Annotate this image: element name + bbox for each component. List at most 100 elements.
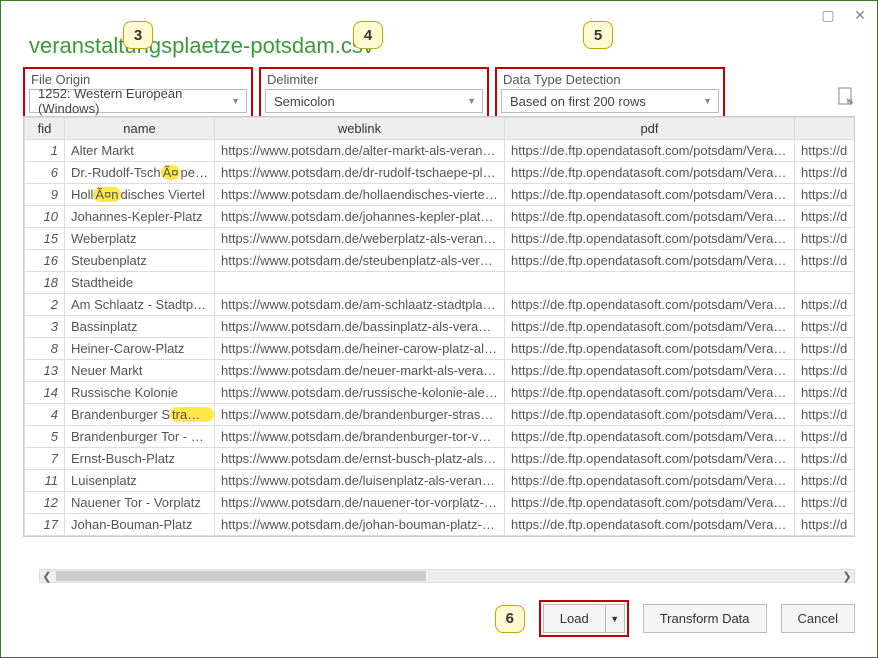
file-origin-label: File Origin <box>29 72 247 87</box>
cell-fid: 16 <box>25 250 65 272</box>
col-fid[interactable]: fid <box>25 118 65 140</box>
cell-pdf: https://de.ftp.opendatasoft.com/potsdam/… <box>505 250 795 272</box>
encoding-highlight: Ã¤n <box>93 187 120 202</box>
table-row[interactable]: 17Johan-Bouman-Platzhttps://www.potsdam.… <box>25 514 855 536</box>
cell-pdf: https://de.ftp.opendatasoft.com/potsdam/… <box>505 426 795 448</box>
maximize-icon[interactable]: ▢ <box>821 8 835 22</box>
scroll-right-icon[interactable]: ❯ <box>840 570 854 583</box>
cell-extra: https://d <box>795 316 855 338</box>
settings-icon[interactable] <box>837 87 855 112</box>
file-origin-dropdown[interactable]: 1252: Western European (Windows) ▼ <box>29 89 247 113</box>
cell-extra: https://d <box>795 294 855 316</box>
cell-weblink: https://www.potsdam.de/nauener-tor-vorpl… <box>215 492 505 514</box>
datatype-dropdown[interactable]: Based on first 200 rows ▼ <box>501 89 719 113</box>
cell-name: Weberplatz <box>65 228 215 250</box>
cell-name: Steubenplatz <box>65 250 215 272</box>
scroll-thumb[interactable] <box>56 571 426 581</box>
chevron-down-icon: ▼ <box>703 96 712 106</box>
datatype-group: Data Type Detection Based on first 200 r… <box>495 67 725 120</box>
cell-fid: 11 <box>25 470 65 492</box>
callout-3: 3 <box>123 21 153 49</box>
callout-6: 6 <box>495 605 525 633</box>
close-icon[interactable]: ✕ <box>853 8 867 22</box>
cell-extra: https://d <box>795 162 855 184</box>
table-row[interactable]: 2Am Schlaatz - Stadtplatzhttps://www.pot… <box>25 294 855 316</box>
delimiter-dropdown[interactable]: Semicolon ▼ <box>265 89 483 113</box>
cell-extra: https://d <box>795 184 855 206</box>
cell-weblink: https://www.potsdam.de/johannes-kepler-p… <box>215 206 505 228</box>
cell-weblink: https://www.potsdam.de/brandenburger-tor… <box>215 426 505 448</box>
horizontal-scrollbar[interactable]: ❮ ❯ <box>39 569 855 583</box>
table-row[interactable]: 8Heiner-Carow-Platzhttps://www.potsdam.d… <box>25 338 855 360</box>
cell-pdf: https://de.ftp.opendatasoft.com/potsdam/… <box>505 514 795 536</box>
cell-name: Neuer Markt <box>65 360 215 382</box>
cell-weblink: https://www.potsdam.de/hollaendisches-vi… <box>215 184 505 206</box>
cell-pdf <box>505 272 795 294</box>
cell-fid: 5 <box>25 426 65 448</box>
cell-weblink: https://www.potsdam.de/johan-bouman-plat… <box>215 514 505 536</box>
cancel-button[interactable]: Cancel <box>781 604 855 633</box>
table-row[interactable]: 11Luisenplatzhttps://www.potsdam.de/luis… <box>25 470 855 492</box>
delimiter-label: Delimiter <box>265 72 483 87</box>
cell-weblink: https://www.potsdam.de/heiner-carow-plat… <box>215 338 505 360</box>
table-row[interactable]: 15Weberplatzhttps://www.potsdam.de/weber… <box>25 228 855 250</box>
table-row[interactable]: 4Brandenburger StraÃŸehttps://www.potsda… <box>25 404 855 426</box>
cell-weblink: https://www.potsdam.de/steubenplatz-als-… <box>215 250 505 272</box>
cell-fid: 17 <box>25 514 65 536</box>
col-name[interactable]: name <box>65 118 215 140</box>
table-row[interactable]: 3Bassinplatzhttps://www.potsdam.de/bassi… <box>25 316 855 338</box>
file-origin-value: 1252: Western European (Windows) <box>38 86 225 116</box>
col-weblink[interactable]: weblink <box>215 118 505 140</box>
table-row[interactable]: 16Steubenplatzhttps://www.potsdam.de/ste… <box>25 250 855 272</box>
table-row[interactable]: 13Neuer Markthttps://www.potsdam.de/neue… <box>25 360 855 382</box>
scroll-left-icon[interactable]: ❮ <box>40 570 54 583</box>
datatype-value: Based on first 200 rows <box>510 94 646 109</box>
cell-fid: 4 <box>25 404 65 426</box>
cell-name: Nauener Tor - Vorplatz <box>65 492 215 514</box>
cell-fid: 1 <box>25 140 65 162</box>
load-button[interactable]: Load <box>543 604 605 633</box>
col-extra[interactable] <box>795 118 855 140</box>
table-header-row: fid name weblink pdf <box>25 118 855 140</box>
table-row[interactable]: 5Brandenburger Tor - Vorplatzhttps://www… <box>25 426 855 448</box>
file-title: veranstaltungsplaetze-potsdam.csv <box>29 33 374 59</box>
cell-weblink: https://www.potsdam.de/russische-kolonie… <box>215 382 505 404</box>
cell-extra <box>795 272 855 294</box>
cell-extra: https://d <box>795 514 855 536</box>
cell-name: Johan-Bouman-Platz <box>65 514 215 536</box>
cell-weblink: https://www.potsdam.de/luisenplatz-als-v… <box>215 470 505 492</box>
cell-pdf: https://de.ftp.opendatasoft.com/potsdam/… <box>505 360 795 382</box>
table-row[interactable]: 12Nauener Tor - Vorplatzhttps://www.pots… <box>25 492 855 514</box>
cell-fid: 15 <box>25 228 65 250</box>
transform-data-button[interactable]: Transform Data <box>643 604 767 633</box>
dialog-window: ▢ ✕ veranstaltungsplaetze-potsdam.csv 3 … <box>0 0 878 658</box>
cell-pdf: https://de.ftp.opendatasoft.com/potsdam/… <box>505 338 795 360</box>
cell-pdf: https://de.ftp.opendatasoft.com/potsdam/… <box>505 294 795 316</box>
cell-pdf: https://de.ftp.opendatasoft.com/potsdam/… <box>505 184 795 206</box>
load-button-group: Load ▼ <box>539 600 629 637</box>
datatype-label: Data Type Detection <box>501 72 719 87</box>
cell-name: Heiner-Carow-Platz <box>65 338 215 360</box>
cell-fid: 13 <box>25 360 65 382</box>
table-row[interactable]: 7Ernst-Busch-Platzhttps://www.potsdam.de… <box>25 448 855 470</box>
table-row[interactable]: 9HollÃ¤ndisches Viertelhttps://www.potsd… <box>25 184 855 206</box>
cell-extra: https://d <box>795 206 855 228</box>
table-row[interactable]: 1Alter Markthttps://www.potsdam.de/alter… <box>25 140 855 162</box>
load-dropdown-button[interactable]: ▼ <box>605 604 625 633</box>
table-row[interactable]: 6Dr.-Rudolf-TschÃ¤pe-Platzhttps://www.po… <box>25 162 855 184</box>
cell-pdf: https://de.ftp.opendatasoft.com/potsdam/… <box>505 448 795 470</box>
cell-pdf: https://de.ftp.opendatasoft.com/potsdam/… <box>505 206 795 228</box>
cell-fid: 14 <box>25 382 65 404</box>
cell-weblink: https://www.potsdam.de/dr-rudolf-tschaep… <box>215 162 505 184</box>
cell-fid: 6 <box>25 162 65 184</box>
cell-name: Russische Kolonie <box>65 382 215 404</box>
cell-fid: 2 <box>25 294 65 316</box>
table-row[interactable]: 14Russische Koloniehttps://www.potsdam.d… <box>25 382 855 404</box>
table-row[interactable]: 10Johannes-Kepler-Platzhttps://www.potsd… <box>25 206 855 228</box>
callout-5: 5 <box>583 21 613 49</box>
table-row[interactable]: 18Stadtheide <box>25 272 855 294</box>
cell-name: Ernst-Busch-Platz <box>65 448 215 470</box>
cell-fid: 7 <box>25 448 65 470</box>
file-origin-group: File Origin 1252: Western European (Wind… <box>23 67 253 120</box>
col-pdf[interactable]: pdf <box>505 118 795 140</box>
